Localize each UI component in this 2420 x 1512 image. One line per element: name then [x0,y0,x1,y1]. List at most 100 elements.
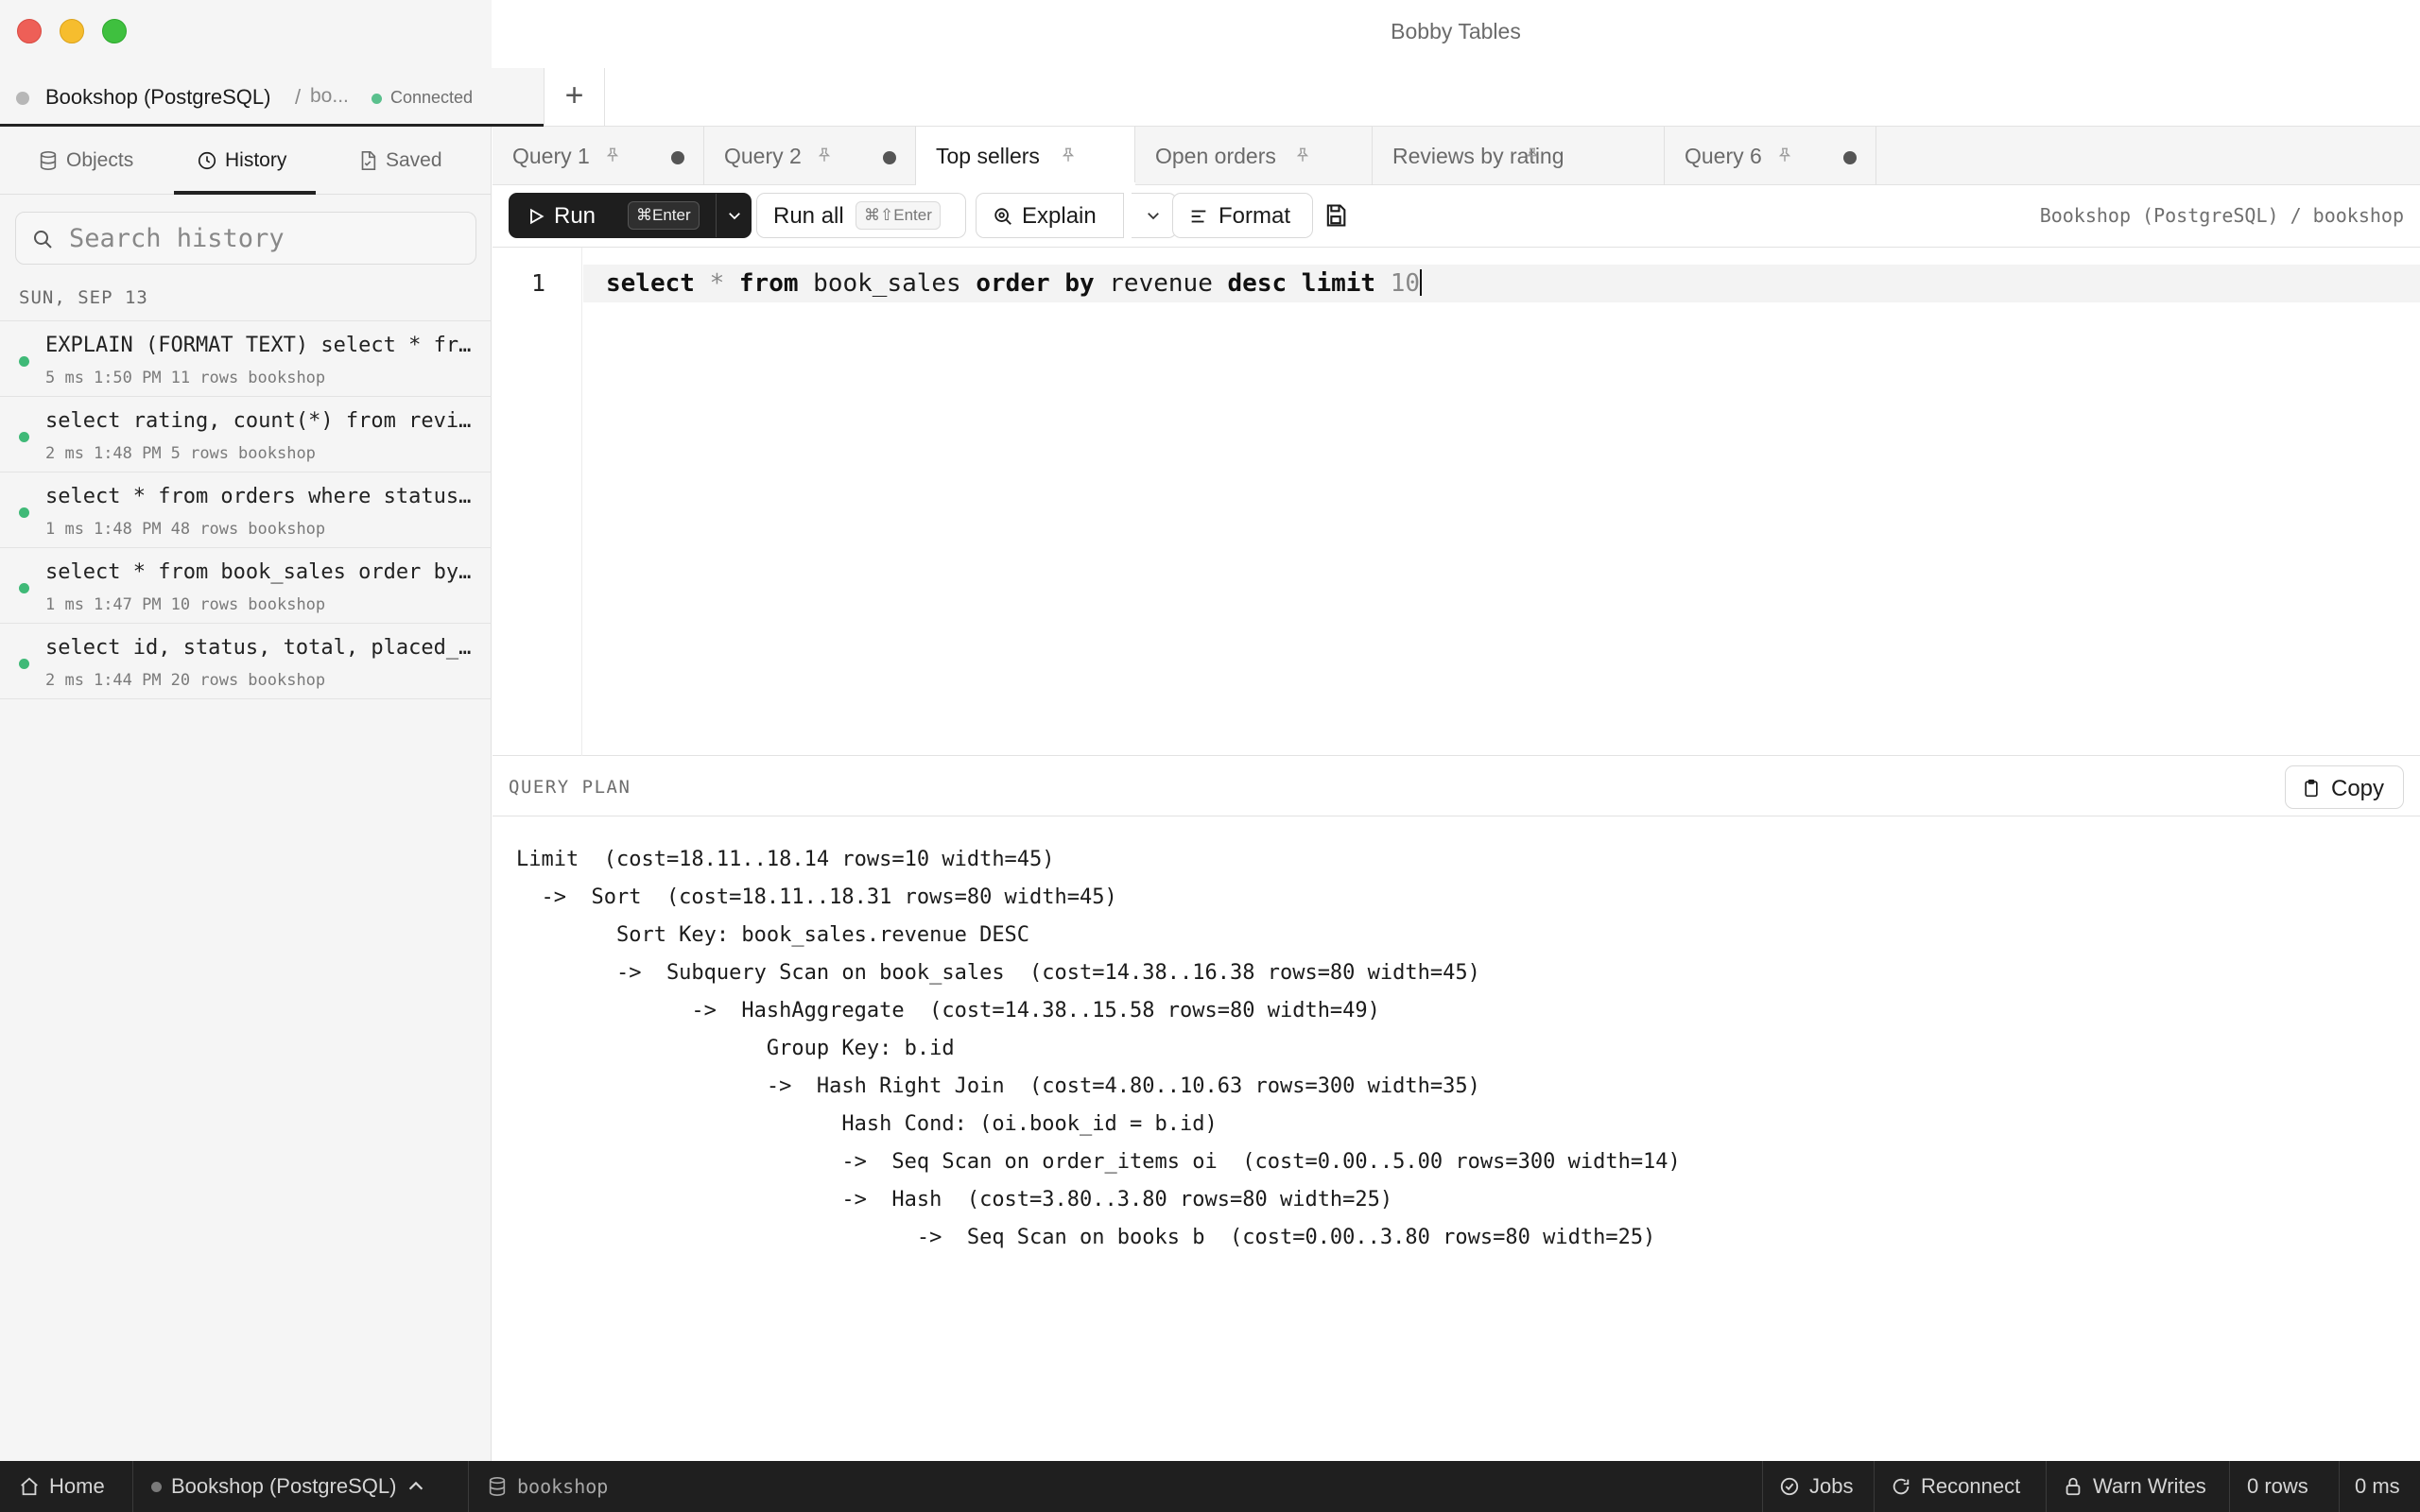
pin-icon[interactable] [1524,146,1541,163]
success-dot [19,583,29,593]
status-separator [2229,1461,2230,1512]
query-tab-label: Query 1 [512,144,590,168]
success-dot [19,356,29,367]
connected-status-dot [372,94,382,104]
reconnect-label: Reconnect [1921,1474,2021,1498]
query-tab[interactable]: Query 6 [1665,127,1876,185]
save-icon[interactable] [1322,202,1349,229]
title-bar: Bobby Tables [0,0,2420,68]
explain-button[interactable]: Explain [976,193,1124,238]
status-separator [1874,1461,1875,1512]
run-shortcut: ⌘Enter [628,201,700,230]
pin-icon[interactable] [1060,146,1077,163]
status-bar: Home Bookshop (PostgreSQL) bookshop Jobs… [0,1461,2420,1512]
unsaved-dot [1843,151,1857,164]
history-rows: 48 rows [170,520,239,539]
clock-icon [198,151,216,170]
run-all-shortcut: ⌘⇧Enter [856,201,941,230]
tab-saved[interactable]: Saved [357,127,442,195]
success-dot [19,432,29,442]
query-tab-label: Top sellers [936,144,1040,168]
plan-line: Group Key: b.id [516,1037,955,1060]
query-tab[interactable]: Query 1 [493,127,704,185]
status-separator [1762,1461,1763,1512]
history-item[interactable]: select * from orders where status = 'ope… [0,472,492,548]
lock-icon [2066,1477,2081,1496]
code-line[interactable]: select * from book_sales order by revenu… [606,269,1423,298]
status-separator [2046,1461,2047,1512]
plan-line: -> Seq Scan on order_items oi (cost=0.00… [516,1150,1681,1174]
sidebar-tabs: Objects History Saved [0,127,492,195]
history-item[interactable]: select * from book_sales order by revenu… [0,548,492,624]
history-item[interactable]: EXPLAIN (FORMAT TEXT) select * from book… [0,321,492,397]
add-connection-button[interactable]: + [544,68,605,127]
plan-line: -> Hash (cost=3.80..3.80 rows=80 width=2… [516,1188,1393,1211]
close-window-button[interactable] [17,19,42,43]
pin-icon[interactable] [1776,146,1793,163]
history-meta: 5 ms 1:50 PM 11 rows bookshop [45,369,335,387]
run-button[interactable]: Run ⌘Enter [509,193,752,238]
status-separator [2339,1461,2340,1512]
connection-tab[interactable]: Bookshop (PostgreSQL) / bo... Connected [0,68,544,127]
query-plan-output: Limit (cost=18.11..18.14 rows=10 width=4… [493,817,2420,1461]
format-button[interactable]: Format [1172,193,1313,238]
query-tab-label: Open orders [1155,144,1276,168]
pin-icon[interactable] [816,146,833,163]
connection-path: Bookshop (PostgreSQL) / bookshop [2039,204,2404,227]
query-tab-active[interactable]: Top sellers [916,127,1135,185]
history-meta: 1 ms 1:48 PM 48 rows bookshop [45,520,335,539]
warn-writes-label: Warn Writes [2093,1474,2206,1498]
editor-toolbar: Run ⌘Enter Run all ⌘⇧Enter Explain Forma… [493,185,2420,248]
history-item[interactable]: select rating, count(*) from reviews gro… [0,397,492,472]
success-dot [19,507,29,518]
sql-editor[interactable]: 1 select * from book_sales order by reve… [493,248,2420,756]
query-tab[interactable]: Open orders [1135,127,1373,185]
database-icon [40,151,57,170]
tab-history[interactable]: History [197,127,286,195]
copy-button[interactable]: Copy [2285,765,2404,809]
query-tab-label: Query 2 [724,144,802,168]
zoom-window-button[interactable] [102,19,127,43]
active-tab-indicator [174,191,316,195]
home-button[interactable]: Home [19,1461,105,1512]
reconnect-button[interactable]: Reconnect [1891,1461,2020,1512]
search-input[interactable] [69,218,466,258]
history-query: select * from orders where status = 'ope… [45,485,475,508]
explain-options-button[interactable] [1132,193,1177,238]
history-date-header: SUN, SEP 13 [19,287,148,308]
status-connection-label: Bookshop (PostgreSQL) [171,1474,397,1498]
pin-icon[interactable] [1294,146,1311,163]
text-caret [1420,269,1423,296]
tab-saved-label: Saved [386,149,442,171]
history-item[interactable]: select id, status, total, placed_at from… [0,624,492,699]
pin-icon[interactable] [604,146,621,163]
chevron-down-icon[interactable] [726,207,743,224]
chevron-up-icon [409,1481,424,1490]
plan-line: Sort Key: book_sales.revenue DESC [516,923,1030,947]
connection-separator: / [295,85,302,109]
jobs-label: Jobs [1809,1474,1854,1498]
history-time: 1:44 PM [93,671,162,690]
history-duration: 2 ms [45,444,84,463]
clipboard-icon [2305,779,2318,798]
query-tab[interactable]: Reviews by rating [1373,127,1665,185]
explain-label: Explain [1022,203,1097,229]
connection-name: Bookshop (PostgreSQL) [45,85,271,109]
unsaved-dot [671,151,684,164]
connection-switcher[interactable]: Bookshop (PostgreSQL) [151,1461,426,1512]
format-label: Format [1219,203,1291,229]
run-all-button[interactable]: Run all ⌘⇧Enter [756,193,966,238]
plan-line: -> Hash Right Join (cost=4.80..10.63 row… [516,1074,1480,1098]
connection-color-dot [16,92,29,105]
history-rows: 20 rows [170,671,239,690]
history-time: 1:48 PM [93,444,162,463]
minimize-window-button[interactable] [60,19,84,43]
connection-database: bo... [310,85,349,107]
format-lines-icon [1191,210,1206,223]
history-search-box[interactable] [15,212,476,265]
query-tab[interactable]: Query 2 [704,127,916,185]
database-switcher[interactable]: bookshop [487,1461,608,1512]
warn-writes-toggle[interactable]: Warn Writes [2063,1461,2206,1512]
jobs-button[interactable]: Jobs [1779,1461,1853,1512]
tab-objects[interactable]: Objects [38,127,133,195]
